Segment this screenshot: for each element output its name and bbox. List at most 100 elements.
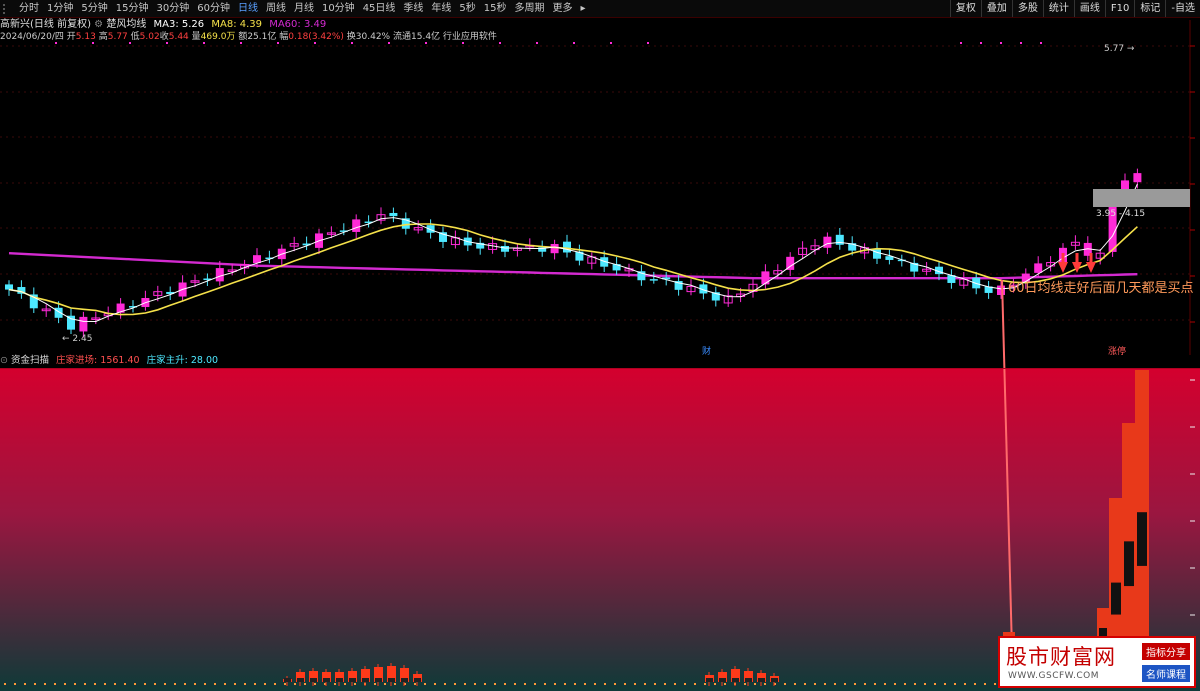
candle-body-66 (823, 236, 832, 248)
base-dot-75 (754, 683, 756, 685)
top-dot-12 (499, 42, 501, 44)
candle-body-83 (1034, 263, 1043, 273)
top-dot-7 (314, 42, 316, 44)
base-dot-84 (844, 683, 846, 685)
candle-body-44 (550, 243, 559, 254)
candle-body-67 (835, 234, 844, 245)
base-dot-33 (334, 683, 336, 685)
candle-body-40 (501, 245, 509, 252)
pane-menu-icon[interactable]: ⊙ (0, 355, 8, 366)
base-dot-53 (534, 683, 536, 685)
ma8-line (8, 223, 1138, 316)
base-dot-56 (564, 683, 566, 685)
down-arrow-shaft-0 (1061, 253, 1065, 263)
watermark-brand: 股市财富网 (1006, 645, 1116, 669)
base-dot-31 (314, 683, 316, 685)
candle-body-52 (649, 279, 658, 281)
base-dot-1 (14, 683, 16, 685)
fund-bar-core-8 (388, 678, 395, 682)
base-dot-25 (254, 683, 256, 685)
base-dot-87 (874, 683, 876, 685)
base-dot-76 (764, 683, 766, 685)
base-dot-16 (164, 683, 166, 685)
base-dot-10 (104, 683, 106, 685)
base-dot-57 (574, 683, 576, 685)
base-dot-99 (994, 683, 996, 685)
limit-up-marker[interactable]: 涨停 (1108, 344, 1126, 357)
base-dot-26 (264, 683, 266, 685)
price-gridlines (0, 20, 1195, 355)
base-dot-42 (424, 683, 426, 685)
base-dot-64 (644, 683, 646, 685)
base-dot-35 (354, 683, 356, 685)
top-dot-r-1 (980, 42, 982, 44)
base-dot-38 (384, 683, 386, 685)
base-dot-93 (934, 683, 936, 685)
base-dot-65 (654, 683, 656, 685)
base-dot-48 (484, 683, 486, 685)
base-dot-66 (664, 683, 666, 685)
base-dot-37 (374, 683, 376, 685)
range-label: 3.95 - 4.15 (1096, 209, 1146, 219)
top-dot-13 (536, 42, 538, 44)
base-dot-62 (624, 683, 626, 685)
base-dot-14 (144, 683, 146, 685)
base-dot-81 (814, 683, 816, 685)
high-price-label: 5.77 → (1104, 44, 1135, 54)
base-dot-47 (474, 683, 476, 685)
base-dot-11 (114, 683, 116, 685)
base-dot-58 (584, 683, 586, 685)
base-dot-5 (54, 683, 56, 685)
fund-bar-core-9 (401, 678, 408, 682)
base-dot-55 (554, 683, 556, 685)
ma8-path (8, 223, 1138, 316)
top-dot-10 (425, 42, 427, 44)
kline-chart[interactable] (0, 0, 1200, 691)
base-dot-15 (154, 683, 156, 685)
cai-marker[interactable]: 财 (702, 344, 711, 357)
base-dot-0 (4, 683, 6, 685)
base-dot-68 (684, 683, 686, 685)
fund-bar-core-14 (745, 678, 752, 682)
base-dot-50 (504, 683, 506, 685)
fund-bar-core-7 (375, 678, 382, 682)
watermark-logo: 股市财富网 WWW.GSCFW.COM 指标分享 名师课程 (998, 636, 1196, 688)
top-dot-1 (92, 42, 94, 44)
watermark-tag-indicator: 指标分享 (1142, 643, 1190, 660)
candle-body-17 (215, 268, 224, 282)
base-dot-2 (24, 683, 26, 685)
fund-scan-title[interactable]: 资金扫描 (11, 355, 49, 366)
ma60-path (8, 252, 1138, 280)
candle-body-28 (352, 219, 361, 232)
base-dot-86 (864, 683, 866, 685)
fund-bar-core-3 (323, 678, 330, 682)
banker-rise-label: 庄家主升: (146, 355, 188, 366)
ma60-line (8, 252, 1138, 280)
top-dot-15 (610, 42, 612, 44)
fund-bar-core-1 (297, 678, 304, 682)
top-dot-11 (462, 42, 464, 44)
resistance-box (1093, 189, 1190, 207)
base-dot-43 (434, 683, 436, 685)
fund-tall-core-3 (1124, 541, 1134, 587)
top-dot-0 (55, 42, 57, 44)
top-dot-r-2 (1000, 42, 1002, 44)
banker-entry-label: 庄家进场: (56, 355, 98, 366)
top-dot-4 (203, 42, 205, 44)
base-dot-9 (94, 683, 96, 685)
base-dot-23 (234, 683, 236, 685)
base-dot-17 (174, 683, 176, 685)
base-dot-71 (714, 683, 716, 685)
base-dot-46 (464, 683, 466, 685)
candle-body-45 (563, 241, 571, 253)
base-dot-72 (724, 683, 726, 685)
top-dot-8 (351, 42, 353, 44)
base-dot-95 (954, 683, 956, 685)
base-dot-92 (924, 683, 926, 685)
base-dot-30 (304, 683, 306, 685)
fund-bar-core-12 (719, 678, 726, 682)
watermark-url: WWW.GSCFW.COM (1008, 671, 1100, 681)
base-dot-54 (544, 683, 546, 685)
fund-bar-core-16 (771, 678, 778, 682)
base-dot-98 (984, 683, 986, 685)
